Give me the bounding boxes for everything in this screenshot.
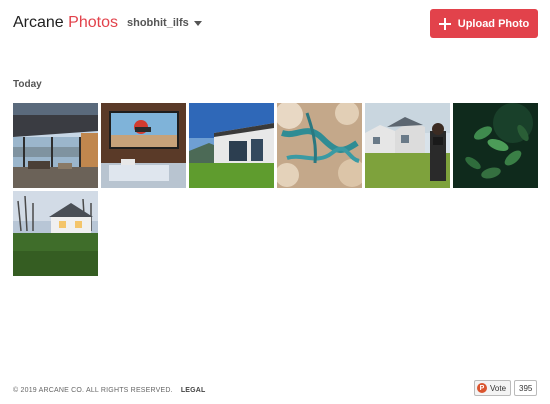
photo-modern-house-interior [13,103,98,188]
photo-thumbnail[interactable] [13,103,98,188]
user-menu[interactable]: shobhit_ilfs [127,16,202,30]
photo-aerial-river [277,103,362,188]
chevron-down-icon [193,21,202,26]
photo-thumbnail[interactable] [365,103,450,188]
producthunt-vote-widget: P Vote 395 [474,380,538,396]
photo-tv-room-motocross [101,103,186,188]
vote-count: 395 [514,380,538,396]
upload-button-label: Upload Photo [457,17,530,30]
photo-green-leaves [453,103,538,188]
brand-name-accent: Photos [68,14,118,31]
photo-thumbnail[interactable] [277,103,362,188]
legal-link[interactable]: LEGAL [181,387,206,394]
photo-grid [13,103,539,276]
app-logo[interactable]: Arcane Photos [13,13,118,33]
footer: © 2019 ARCANE CO. ALL RIGHTS RESERVED. L… [13,387,206,394]
producthunt-logo-icon: P [477,383,487,393]
photo-thumbnail[interactable] [453,103,538,188]
photo-modern-house-lawn [189,103,274,188]
photo-thumbnail[interactable] [13,191,98,276]
plus-icon [438,17,451,30]
copyright-text: © 2019 ARCANE CO. ALL RIGHTS RESERVED. [13,387,173,394]
photo-houses-photographer [365,103,450,188]
photo-house-dusk-lawn [13,191,98,276]
vote-label: Vote [490,383,507,393]
username-label: shobhit_ilfs [127,17,189,29]
vote-button[interactable]: P Vote [474,380,512,396]
brand-name: Arcane [13,14,64,31]
photo-thumbnail[interactable] [189,103,274,188]
section-title: Today [13,79,42,90]
photo-thumbnail[interactable] [101,103,186,188]
upload-photo-button[interactable]: Upload Photo [430,9,538,38]
